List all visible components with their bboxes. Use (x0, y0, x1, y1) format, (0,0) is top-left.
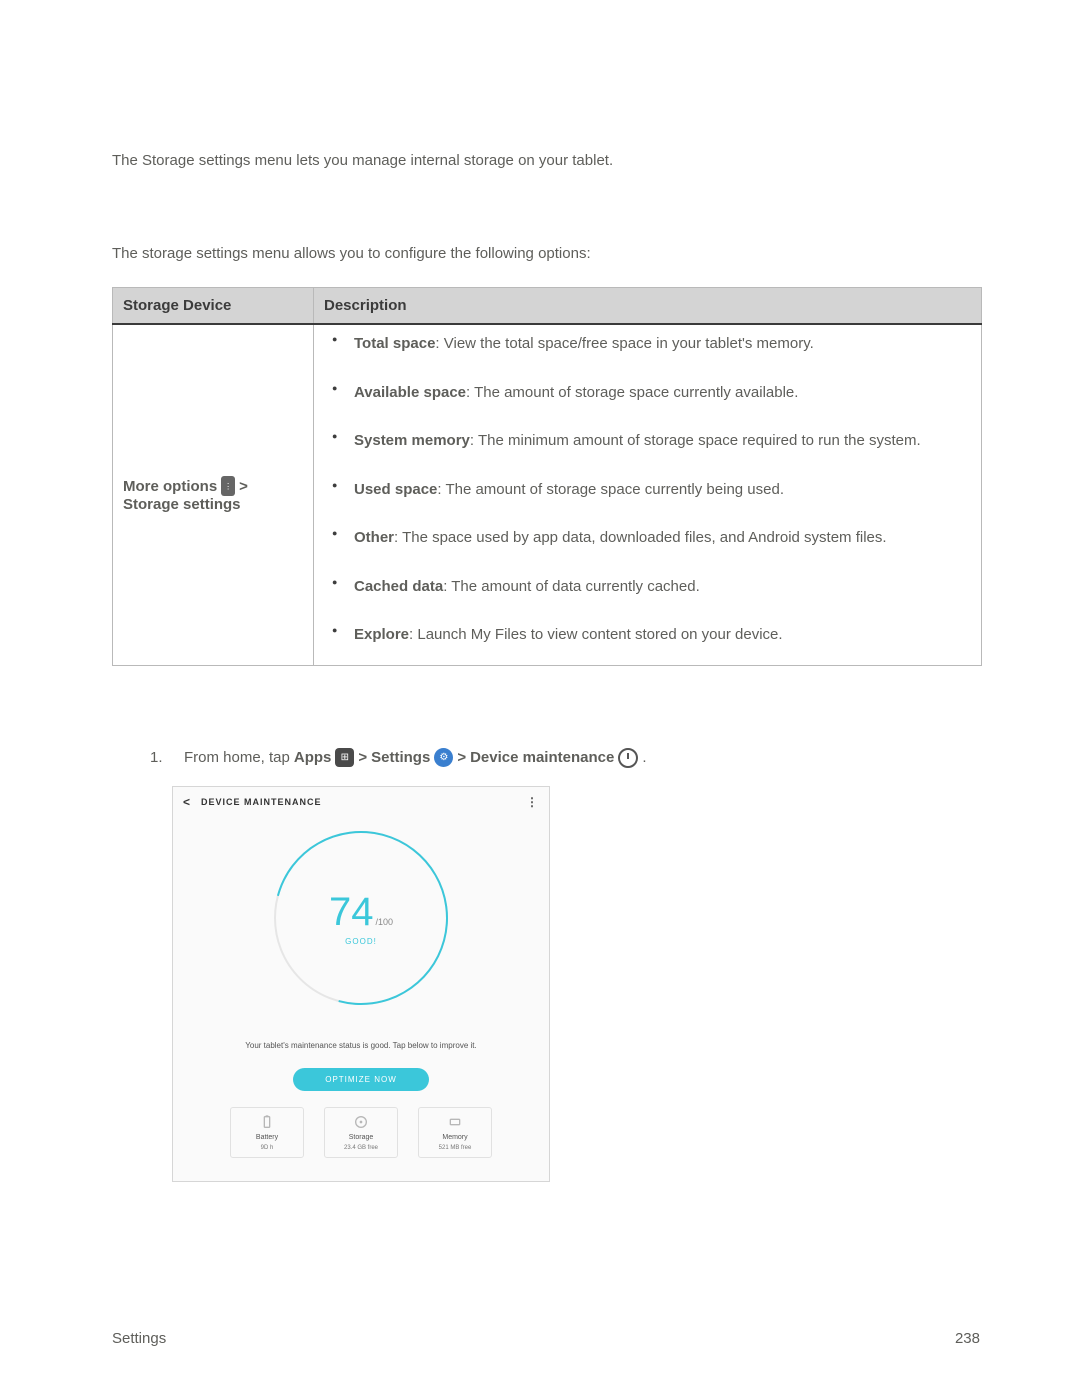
storage-icon (353, 1114, 369, 1130)
device-maintenance-icon (618, 748, 638, 768)
sep: > (239, 478, 248, 495)
back-icon[interactable]: < (183, 795, 191, 809)
mock-title: DEVICE MAINTENANCE (201, 797, 322, 807)
list-item: Total space: View the total space/free s… (324, 333, 971, 382)
intro-text: The Storage settings menu lets you manag… (112, 150, 982, 173)
list-item: Used space: The amount of storage space … (324, 479, 971, 528)
list-item: System memory: The minimum amount of sto… (324, 430, 971, 479)
score-outof: /100 (375, 917, 393, 927)
battery-icon (259, 1114, 275, 1130)
score-ring: 74 /100 GOOD! (274, 831, 448, 1005)
device-maintenance-screenshot: < DEVICE MAINTENANCE ⋮ 74 /100 GOOD! You… (172, 786, 550, 1182)
score-value: 74 (329, 890, 374, 935)
kebab-icon[interactable]: ⋮ (526, 795, 539, 809)
score-status: GOOD! (345, 937, 377, 946)
storage-table: Storage Device Description More options … (112, 287, 982, 666)
description-list: Total space: View the total space/free s… (324, 333, 971, 657)
gear-icon: ⚙ (434, 748, 453, 767)
footer-page: 238 (955, 1330, 980, 1347)
memory-icon (447, 1114, 463, 1130)
optimize-button[interactable]: OPTIMIZE NOW (293, 1068, 429, 1091)
footer-left: Settings (112, 1330, 166, 1347)
list-item: Explore: Launch My Files to view content… (324, 624, 971, 657)
cat-storage[interactable]: Storage 23.4 GB free (324, 1107, 398, 1158)
status-tip: Your tablet's maintenance status is good… (245, 1041, 476, 1050)
apps-icon: ⊞ (335, 748, 354, 767)
table-header-device: Storage Device (113, 288, 314, 325)
list-item: Available space: The amount of storage s… (324, 382, 971, 431)
list-item: Cached data: The amount of data currentl… (324, 576, 971, 625)
table-row: More options ⋮ > Storage settings Total … (113, 324, 982, 665)
step-1: 1. From home, tap Apps ⊞ > Settings ⚙ > … (150, 746, 982, 770)
more-options-icon: ⋮ (221, 476, 235, 496)
step-number: 1. (150, 746, 166, 770)
table-header-description: Description (314, 288, 982, 325)
overview-text: The storage settings menu allows you to … (112, 243, 982, 266)
storage-settings-label: Storage settings (123, 496, 303, 513)
more-options-label: More options (123, 478, 217, 495)
cat-memory[interactable]: Memory 521 MB free (418, 1107, 492, 1158)
list-item: Other: The space used by app data, downl… (324, 527, 971, 576)
cat-battery[interactable]: Battery 9D h (230, 1107, 304, 1158)
